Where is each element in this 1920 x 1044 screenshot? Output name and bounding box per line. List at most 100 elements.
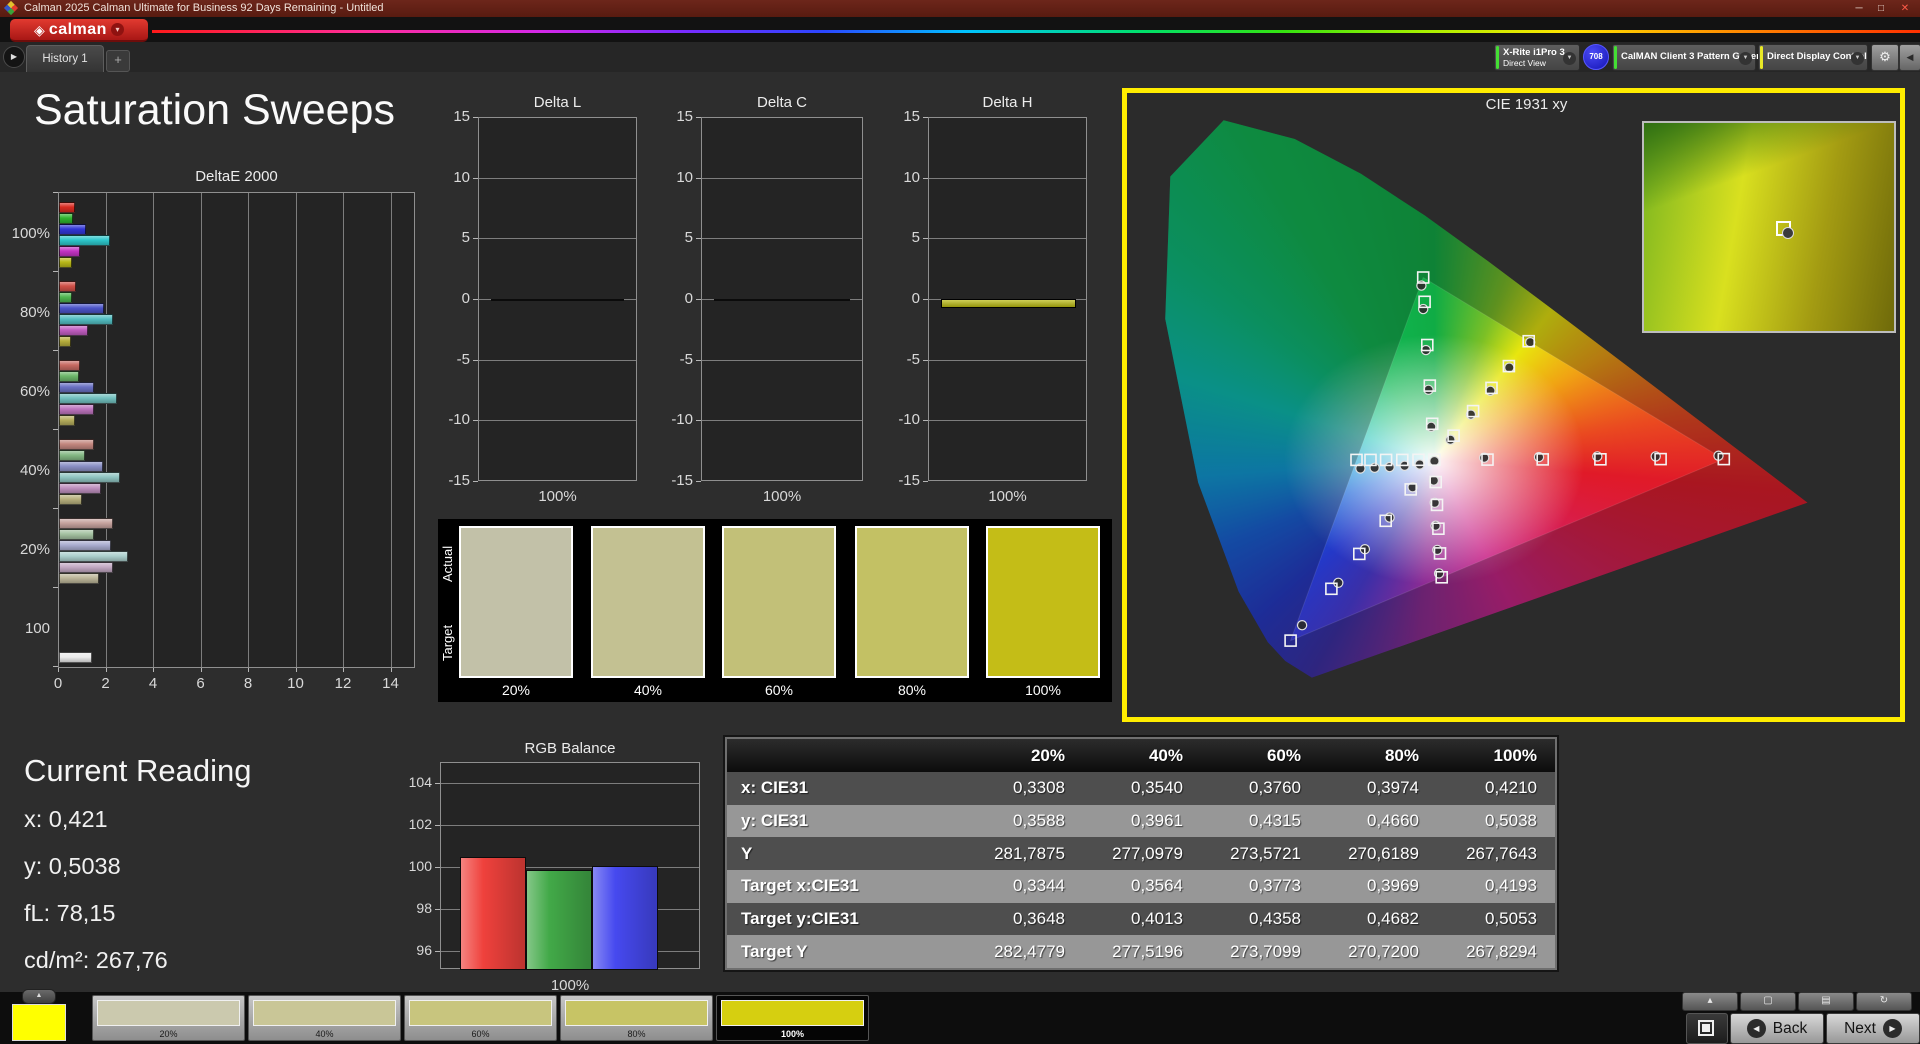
- up-arrow-icon: ▲: [35, 992, 43, 999]
- patch-swatch-60%: [722, 526, 836, 678]
- delta_l-y-tick: [473, 238, 478, 240]
- meter-profile-badge[interactable]: 708: [1583, 44, 1609, 70]
- table-header-cell: 100%: [1493, 745, 1537, 765]
- delta-e-bar: [59, 550, 128, 562]
- delta-e-y-tick: [53, 429, 58, 430]
- stop-button[interactable]: [1686, 1013, 1728, 1044]
- delta-e-bar: [59, 245, 80, 257]
- delta-e-bar: [59, 460, 103, 472]
- table-header-row: 20% 40% 60% 80% 100%: [727, 739, 1555, 772]
- tab-history-1[interactable]: History 1: [26, 45, 104, 72]
- table-row-x-cie31: x: CIE31 0,3308 0,3540 0,3760 0,3974 0,4210: [727, 772, 1555, 805]
- measured-point-cyan: [1384, 461, 1395, 473]
- table-cell: 270,6189: [1348, 843, 1419, 863]
- maximize-icon[interactable]: □: [1870, 0, 1892, 17]
- patch-button-label: 80%: [627, 1029, 646, 1039]
- delta_c-title: Delta C: [756, 94, 808, 111]
- delta-e-bar: [59, 313, 114, 325]
- delta-e-x-tick: [105, 668, 107, 672]
- collapse-panel-button[interactable]: ◀: [1899, 44, 1920, 71]
- close-icon[interactable]: ✕: [1894, 0, 1916, 17]
- calman-diamond-icon: ◈: [34, 21, 45, 38]
- delta-e-y-tick: [53, 350, 58, 351]
- delta_l-title: Delta L: [533, 94, 582, 111]
- reading-line-3: cd/m²: 267,76: [24, 947, 168, 973]
- delta_h-title: Delta H: [982, 94, 1033, 111]
- page-title: Saturation Sweeps: [34, 86, 395, 134]
- patch-button-20%[interactable]: 20%: [92, 995, 245, 1041]
- patch-button-100%[interactable]: 100%: [716, 995, 869, 1041]
- inset-measured-marker: [1782, 227, 1794, 239]
- expand-toolbar-button[interactable]: ▲: [22, 989, 56, 1004]
- delta_l-gridline: [479, 420, 636, 422]
- toolbar-button-printer[interactable]: ▤: [1798, 992, 1854, 1011]
- rgb-y-tick: [435, 951, 440, 952]
- patch-button-swatch: [565, 1000, 708, 1026]
- delta-e-x-tick: [200, 668, 202, 672]
- patch-swatch-label: 100%: [1025, 682, 1061, 698]
- delta_c-y-label: 0: [684, 290, 693, 307]
- patch-swatch-80%: [855, 526, 969, 678]
- settings-button[interactable]: ⚙: [1871, 44, 1899, 71]
- display-icon: ▢: [1763, 995, 1773, 1006]
- table-cell: 0,3648: [1013, 909, 1065, 929]
- calman-logo-text: calman: [48, 20, 107, 38]
- delta_h-y-tick: [923, 177, 928, 179]
- rgb-y-label: 98: [416, 900, 432, 916]
- table-cell: 0,3564: [1131, 876, 1183, 896]
- table-cell: 0,3974: [1367, 778, 1419, 798]
- delta_l-gridline: [479, 359, 636, 361]
- toolbar-button-eject[interactable]: ▴: [1682, 992, 1738, 1011]
- delta-e-gridline: [200, 193, 202, 667]
- delta-e-bar: [59, 335, 71, 347]
- table-cell: 267,7643: [1466, 843, 1537, 863]
- cie-chart-title: CIE 1931 xy: [1485, 96, 1568, 113]
- table-row-target-y: Target Y 282,4779 277,5196 273,7099 270,7200…: [727, 935, 1555, 969]
- delta_c-y-label: -5: [679, 350, 693, 368]
- delta-e-y-label: 80%: [19, 304, 50, 321]
- toolbar-button-display[interactable]: ▢: [1740, 992, 1796, 1011]
- delta-e-bar: [59, 471, 121, 483]
- add-tab-button[interactable]: +: [106, 50, 130, 72]
- calman-app: Calman 2025 Calman Ultimate for Business…: [0, 0, 1920, 1044]
- patch-button-swatch: [409, 1000, 552, 1026]
- minimize-icon[interactable]: ─: [1848, 0, 1870, 17]
- delta-e-bar: [59, 438, 95, 450]
- delta_l-y-tick: [473, 359, 478, 361]
- patch-swatch-label: 80%: [897, 682, 927, 698]
- table-cell: 0,4358: [1249, 909, 1301, 929]
- rgb-gridline: [441, 783, 699, 784]
- delta-e-x-label: 14: [382, 675, 399, 692]
- delta_c-y-tick: [696, 299, 701, 300]
- display-control-dropdown[interactable]: Direct Display Control ▼: [1758, 44, 1868, 71]
- delta-e-title: DeltaE 2000: [195, 168, 278, 185]
- back-button[interactable]: ◀ Back: [1730, 1013, 1824, 1044]
- panel-expander-button[interactable]: ▶: [3, 46, 25, 68]
- patch-button-label: 40%: [315, 1029, 334, 1039]
- delta_c-y-label: -10: [671, 411, 693, 429]
- delta-e-y-tick: [53, 666, 58, 667]
- measured-point-yellow: [1445, 434, 1456, 445]
- delta-e-x-label: 6: [196, 675, 205, 692]
- toolbar-button-refresh[interactable]: ↻: [1856, 992, 1912, 1011]
- delta-e-bar: [59, 449, 85, 461]
- meter-dropdown[interactable]: X-Rite i1Pro 3 Direct View ▼: [1494, 44, 1580, 71]
- patch-button-40%[interactable]: 40%: [248, 995, 401, 1041]
- pattern-generator-dropdown[interactable]: CalMAN Client 3 Pattern Generator ▼: [1612, 44, 1778, 71]
- delta-e-bar: [59, 291, 72, 303]
- printer-icon: ▤: [1821, 995, 1831, 1006]
- gear-icon: ⚙: [1879, 49, 1891, 64]
- delta_c-gridline: [702, 359, 862, 361]
- delta_l-y-label: -15: [448, 472, 470, 489]
- calman-menu-button[interactable]: ◈ calman ▾: [10, 19, 148, 42]
- table-cell: 0,3308: [1013, 778, 1065, 798]
- table-cell: 277,5196: [1112, 941, 1183, 961]
- next-button[interactable]: Next ▶: [1826, 1013, 1920, 1044]
- display-status-bar: [1760, 46, 1763, 69]
- patch-button-80%[interactable]: 80%: [560, 995, 713, 1041]
- patch-button-label: 100%: [780, 1029, 805, 1039]
- patch-button-60%[interactable]: 60%: [404, 995, 557, 1041]
- delta-e-y-tick: [53, 271, 58, 272]
- delta_c-gridline: [702, 420, 862, 422]
- patch-swatch-40%: [591, 526, 705, 678]
